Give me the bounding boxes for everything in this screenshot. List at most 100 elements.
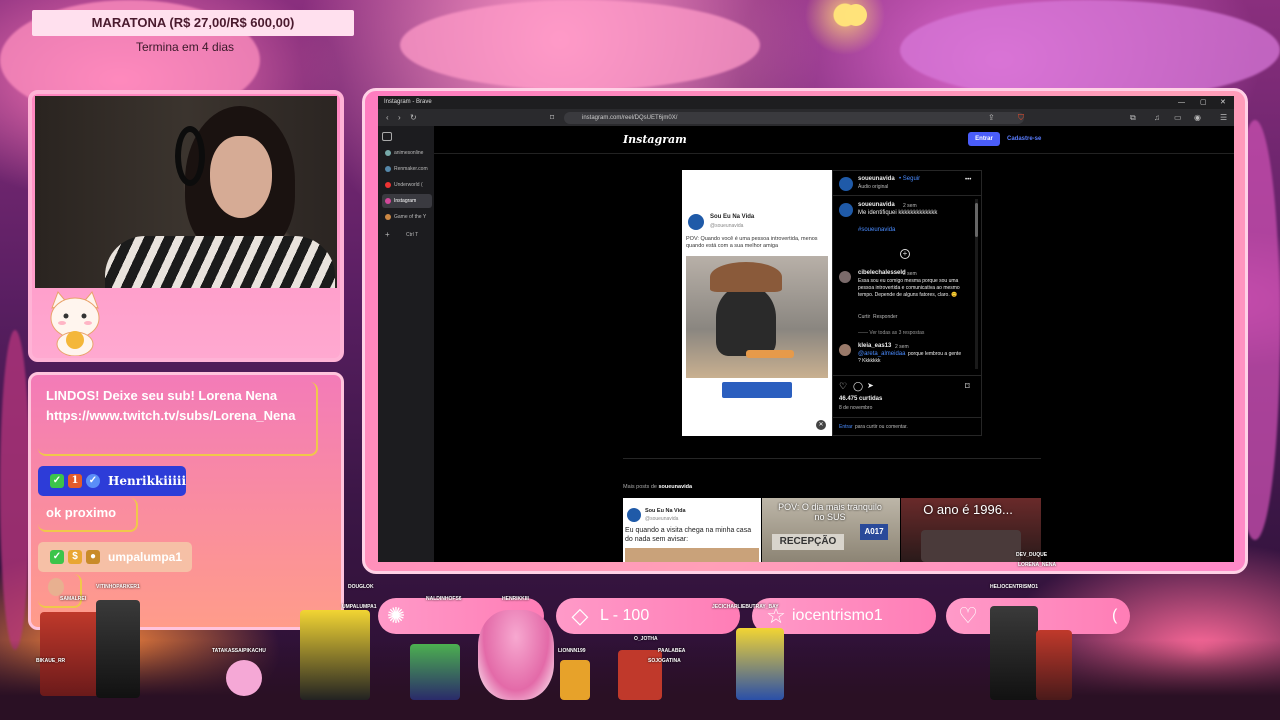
comment-icon[interactable]: ◯	[853, 381, 863, 392]
pixel-character-sprite	[1036, 630, 1072, 700]
viewer-name-tag: SAMALREI	[60, 596, 87, 602]
login-to-like-link[interactable]: Entrar	[839, 424, 853, 430]
hashtag-link[interactable]: #soueunavida	[858, 227, 895, 233]
bookmark-icon[interactable]: ⌑	[550, 112, 554, 124]
window-title: Instagram - Brave	[378, 96, 1234, 109]
share-icon[interactable]: ⇪	[988, 112, 995, 124]
viewer-name-tag: UMPALUMPA1	[342, 604, 377, 610]
viewer-name-tag: JECICHARLIEBUTRAY_BAY	[712, 604, 779, 610]
verified-badge-icon: ✓	[86, 474, 100, 488]
address-bar[interactable]: instagram.com/reel/DQsUET6jm0X/	[564, 112, 1024, 124]
post-header-name: Sou Eu Na Vida	[710, 214, 755, 220]
instagram-topbar	[434, 126, 1234, 154]
mute-icon[interactable]: ✕	[816, 420, 826, 430]
back-icon[interactable]: ‹	[386, 112, 389, 124]
avatar	[48, 578, 64, 596]
menu-icon[interactable]: ☰	[1220, 112, 1227, 124]
viewer-name-tag: HELIOCENTRISMO1	[990, 584, 1039, 590]
pixel-character-sprite	[560, 660, 590, 700]
chat-message-avatar-box	[38, 574, 82, 608]
chat-message: ok proximo	[38, 498, 138, 532]
blossom-decoration	[400, 0, 760, 90]
reload-icon[interactable]: ↻	[410, 112, 417, 124]
commenter-name[interactable]: cibelechalesseld	[858, 270, 906, 276]
author-name[interactable]: soueunavida	[858, 176, 895, 182]
post-header-handle: @soueunavida	[710, 223, 744, 229]
more-posts-title: Mais posts de soueunavida	[623, 484, 693, 490]
viewer-name-tag: BIKAUE_RR	[36, 658, 66, 664]
vpn-icon[interactable]: ◉	[1194, 112, 1201, 124]
viewer-name-tag: LIONNN199	[558, 648, 586, 654]
tab-animesonline[interactable]: animesonline	[382, 146, 432, 160]
maximize-icon[interactable]: ▢	[1200, 96, 1207, 109]
author-avatar[interactable]	[839, 203, 853, 217]
login-prompt-text: para curtir ou comentar.	[855, 424, 908, 430]
post-date: 8 de novembro	[839, 405, 873, 411]
commenter-avatar[interactable]	[839, 344, 851, 356]
marathon-subtitle: Termina em 4 dias	[136, 40, 235, 54]
post-banner	[722, 382, 792, 398]
chat-message: LINDOS! Deixe seu sub! Lorena Nena https…	[38, 382, 318, 456]
signup-link[interactable]: Cadastre-se	[1007, 132, 1041, 146]
view-replies-link[interactable]: —— Ver todas as 3 respostas	[858, 330, 924, 336]
wallet-icon[interactable]: ▭	[1174, 112, 1182, 124]
check-badge-icon: ✓	[50, 550, 64, 564]
pixel-character-sprite	[40, 612, 100, 696]
divider	[623, 458, 1041, 459]
chat-username[interactable]: umpalumpa1	[108, 550, 182, 564]
brave-shield-icon[interactable]: ⛉	[1018, 112, 1024, 124]
commenter-avatar[interactable]	[839, 271, 851, 283]
latest-donation-pill: ♡ (	[946, 598, 1130, 634]
new-tab-button[interactable]: + Ctrl T	[382, 228, 432, 242]
more-options-icon[interactable]: •••	[965, 177, 971, 183]
more-post-thumbnail[interactable]: Sou Eu Na Vida @soueunavida Eu quando a …	[623, 498, 761, 562]
more-post-thumbnail[interactable]: POV: O dia mais tranquilo no SUS RECEPÇÃ…	[762, 498, 900, 562]
comments-scrollbar[interactable]	[975, 199, 978, 369]
tab-renmaker[interactable]: Renmaker.com	[382, 162, 432, 176]
pixel-character-sprite	[300, 610, 370, 700]
minimize-icon[interactable]: —	[1178, 96, 1185, 109]
chat-username-badge: ✓ 1 ✓ Henrikkiiiii	[38, 466, 186, 496]
instagram-logo[interactable]: Instagram	[623, 133, 687, 146]
post-avatar	[688, 214, 704, 230]
heart-icon: ♡	[958, 603, 978, 628]
extensions-icon[interactable]: ⧉	[1130, 112, 1136, 124]
forward-icon[interactable]: ›	[398, 112, 401, 124]
share-send-icon[interactable]: ➤	[867, 381, 874, 390]
login-button[interactable]: Entrar	[968, 132, 1000, 146]
comment-reply-link[interactable]: Responder	[873, 314, 897, 320]
load-more-comments-icon[interactable]: +	[900, 249, 910, 259]
chat-username-badge: ✓ $ ● umpalumpa1	[38, 542, 192, 572]
sub-goal-text: L - 100	[600, 607, 650, 624]
author-avatar[interactable]	[839, 177, 853, 191]
tab-game-of-the-year[interactable]: Game of the Y	[382, 210, 432, 224]
sun-icon	[845, 4, 867, 26]
close-icon[interactable]: ✕	[1220, 96, 1226, 109]
media-icon[interactable]: ♫	[1154, 112, 1160, 124]
viewer-name-tag: DOUGLOK	[348, 584, 374, 590]
diamond-icon: ◇	[571, 603, 589, 628]
sidebar-toggle-icon[interactable]	[382, 132, 392, 141]
follow-link[interactable]: • Seguir	[899, 176, 920, 182]
viewer-name-tag: TATAKASSAIPIKACHU	[212, 648, 266, 654]
latest-follower-text: iocentrismo1	[792, 607, 883, 624]
commenter-name[interactable]: kleia_eas13	[858, 343, 891, 349]
pixel-character-sprite	[96, 600, 140, 698]
pixel-character-sprite	[410, 644, 460, 700]
likes-count[interactable]: 46.475 curtidas	[839, 396, 882, 402]
viewer-name-tag: VITINHOPARKER1	[96, 584, 140, 590]
browser-window: Instagram - Brave — ▢ ✕ ‹ › ↻ ⌑ instagra…	[378, 96, 1234, 562]
blossom-decoration	[900, 0, 1280, 100]
latest-donation-text: (	[1112, 607, 1118, 624]
audio-label[interactable]: Áudio original	[858, 184, 888, 190]
viewer-name-tag: LORENA_NENA	[1018, 562, 1057, 568]
reel-video[interactable]: Sou Eu Na Vida @soueunavida POV: Quando …	[682, 170, 832, 436]
save-bookmark-icon[interactable]: ⌑	[965, 381, 970, 392]
tab-instagram[interactable]: Instagram	[382, 194, 432, 208]
vertical-tab-sidebar: animesonline Renmaker.com Underworld ( I…	[378, 126, 434, 562]
comment-like-link[interactable]: Curtir	[858, 314, 870, 320]
comment-author[interactable]: soueunavida	[858, 202, 895, 208]
chat-username[interactable]: Henrikkiiiii	[108, 474, 186, 488]
like-heart-icon[interactable]: ♡	[839, 381, 847, 392]
tab-underworld[interactable]: Underworld (	[382, 178, 432, 192]
